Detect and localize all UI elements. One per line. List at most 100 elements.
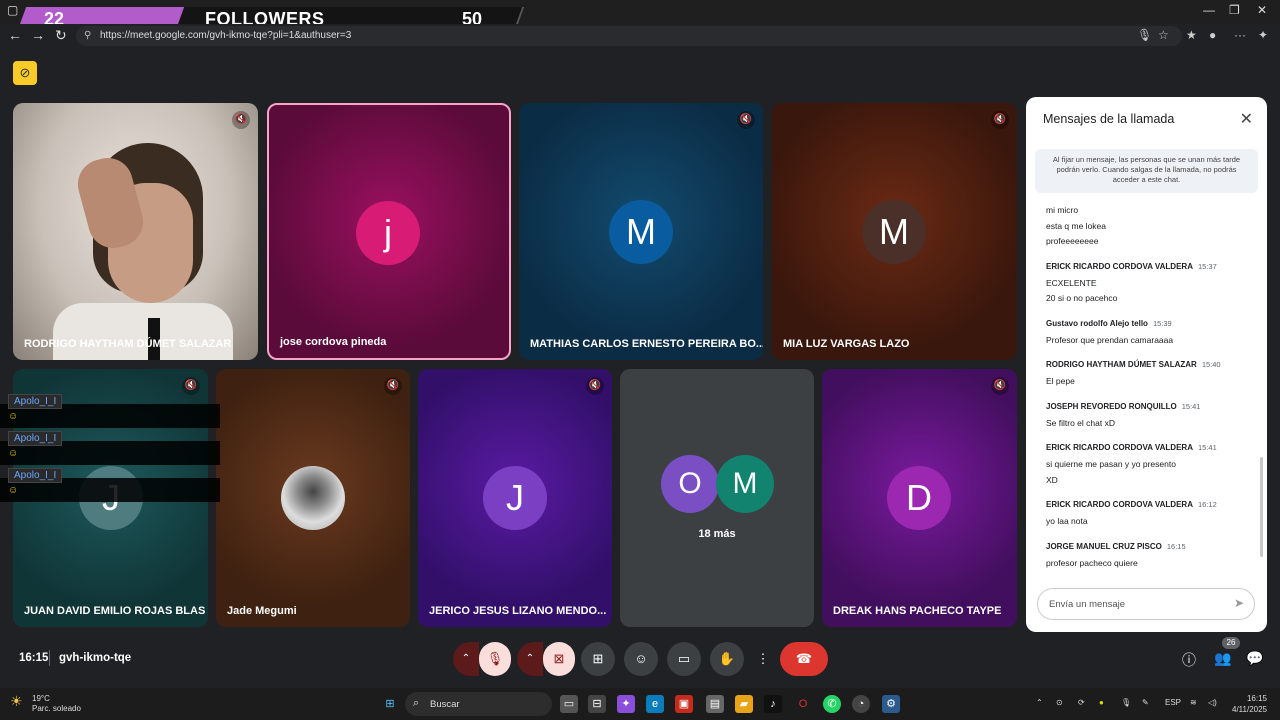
chat-timestamp: 16:15: [1166, 541, 1186, 551]
store-icon[interactable]: ⊟: [588, 695, 606, 713]
system-date: 4/11/2025: [1232, 705, 1267, 714]
present-screen-button[interactable]: ⊞: [581, 642, 615, 676]
copilot-icon[interactable]: ✦: [1258, 28, 1268, 42]
audio-options-chevron-icon[interactable]: ⌃: [453, 642, 479, 676]
chat-icon[interactable]: 💬: [1246, 650, 1263, 667]
send-icon[interactable]: ➤: [1234, 596, 1244, 610]
chat-message-text: si quierne me pasan y yo presento: [1046, 459, 1176, 469]
leave-call-button[interactable]: ☎: [780, 642, 828, 676]
chat-sender-name: ERICK RICARDO CORDOVA VALDERA: [1046, 500, 1193, 509]
participant-name: Jade Megumi: [227, 605, 297, 617]
app-icon[interactable]: ▣: [675, 695, 693, 713]
tray-icon[interactable]: ●: [1099, 698, 1104, 707]
whatsapp-icon[interactable]: ✆: [823, 695, 841, 713]
favorites-icon[interactable]: ★: [1186, 28, 1197, 42]
raise-hand-button[interactable]: ✋: [710, 642, 744, 676]
bookmark-star-icon[interactable]: ☆: [1158, 28, 1169, 42]
mic-muted-icon: 🔇: [991, 111, 1009, 129]
chat-sender-name: RODRIGO HAYTHAM DÚMET SALAZAR: [1046, 360, 1197, 369]
chat-message-text: profeeeeeeee: [1046, 236, 1099, 246]
participant-name: JERICO JESUS LIZANO MENDO...: [429, 605, 607, 617]
site-info-icon[interactable]: ⚲: [84, 30, 91, 41]
close-window-icon[interactable]: ✕: [1257, 3, 1267, 17]
meet-screen: ▢ — ❐ ✕ 22 FOLLOWERS 50 ← → ↻ ⚲ https://…: [0, 0, 1280, 720]
more-options-icon[interactable]: ⋮: [753, 642, 773, 676]
wifi-icon[interactable]: ≋: [1190, 698, 1197, 707]
avatar: M: [862, 200, 926, 264]
video-options-chevron-icon[interactable]: ⌃: [517, 642, 543, 676]
more-participants-tile[interactable]: O M 18 más: [620, 369, 814, 627]
file-explorer-icon[interactable]: ▰: [735, 695, 753, 713]
chat-sender-name: ERICK RICARDO CORDOVA VALDERA: [1046, 443, 1193, 452]
chat-message-text: Profesor que prendan camaraaaa: [1046, 334, 1174, 345]
participant-tile-9[interactable]: D 🔇 DREAK HANS PACHECO TAYPE: [822, 369, 1017, 627]
chat-message-text: Se filtro el chat xD: [1046, 417, 1115, 428]
participant-tile-2[interactable]: j jose cordova pineda: [267, 103, 511, 360]
chat-scrollbar[interactable]: [1260, 457, 1263, 557]
mic-site-icon[interactable]: 🎙: [1137, 28, 1152, 42]
stream-chat-user: Apolo_I_I: [8, 468, 63, 483]
mic-muted-icon: 🔇: [586, 377, 604, 395]
profile-avatar-icon[interactable]: ●: [1209, 28, 1216, 42]
chat-panel: Mensajes de la llamada ✕ Al fijar un men…: [1026, 97, 1267, 632]
chat-sender-name: JORGE MANUEL CRUZ PISCO: [1046, 541, 1162, 551]
camera-off-indicator-icon[interactable]: ⊘: [13, 61, 37, 85]
edge-icon[interactable]: e: [646, 695, 664, 713]
participant-tile-4[interactable]: M 🔇 MIA LUZ VARGAS LAZO: [772, 103, 1017, 360]
app-icon[interactable]: ◔: [852, 695, 870, 713]
chat-message-text: yo laa nota: [1046, 516, 1088, 526]
captions-button[interactable]: ▭: [667, 642, 701, 676]
reload-icon[interactable]: ↻: [55, 27, 67, 44]
copilot-app-icon[interactable]: ✦: [617, 695, 635, 713]
chat-input-placeholder: Envía un mensaje: [1049, 599, 1126, 610]
settings-icon[interactable]: ⚙: [882, 695, 900, 713]
participant-tile-7[interactable]: J 🔇 JERICO JESUS LIZANO MENDO...: [418, 369, 612, 627]
tiktok-icon[interactable]: ♪: [764, 695, 782, 713]
opera-icon[interactable]: O: [794, 695, 812, 713]
tray-overflow-icon[interactable]: ⌃: [1036, 698, 1043, 707]
search-icon: ⌕: [413, 697, 420, 709]
tray-icon[interactable]: ⊙: [1056, 698, 1063, 707]
volume-icon[interactable]: ◁): [1208, 698, 1217, 707]
minimize-icon[interactable]: —: [1203, 3, 1215, 17]
start-icon[interactable]: ⊞: [381, 695, 399, 713]
back-icon[interactable]: ←: [8, 27, 22, 43]
mic-muted-icon: 🔇: [737, 111, 755, 129]
participant-name: MIA LUZ VARGAS LAZO: [783, 338, 910, 350]
task-view-icon[interactable]: ▭: [560, 695, 578, 713]
emoji-icon: ☺: [8, 485, 19, 496]
tray-pen-icon[interactable]: ✎: [1142, 698, 1149, 707]
chat-message-text: mi micro: [1046, 205, 1079, 215]
app-icon[interactable]: ▤: [706, 695, 724, 713]
participant-tile-6[interactable]: 🔇 Jade Megumi: [216, 369, 410, 627]
more-menu-icon[interactable]: ···: [1234, 28, 1246, 42]
maximize-icon[interactable]: ❐: [1229, 3, 1240, 17]
avatar: O: [661, 455, 719, 513]
tray-mic-icon[interactable]: 🎙: [1121, 698, 1131, 707]
emoji-reaction-button[interactable]: ☺: [624, 642, 658, 676]
url-text: https://meet.google.com/gvh-ikmo-tqe?pli…: [100, 30, 352, 41]
camera-toggle-button[interactable]: ⊠: [543, 642, 575, 676]
chat-timestamp: 15:41: [1181, 401, 1201, 411]
chat-sender: RODRIGO HAYTHAM DÚMET SALAZAR 15:40: [1046, 360, 1221, 369]
pin-notice: Al fijar un mensaje, las personas que se…: [1035, 149, 1258, 193]
forward-icon[interactable]: →: [31, 27, 45, 43]
chat-timestamp: 15:37: [1197, 261, 1217, 271]
taskbar-search[interactable]: ⌕ Buscar: [405, 692, 552, 716]
chat-sender: JOSEPH REVOREDO RONQUILLO 15:41: [1046, 402, 1200, 411]
windows-taskbar: ☀ 19°C Parc. soleado ⊞ ⌕ Buscar ▭ ⊟ ✦ e …: [0, 688, 1280, 720]
meeting-info-icon[interactable]: ⓘ: [1182, 650, 1196, 670]
chat-message-text: El pepe: [1046, 376, 1075, 386]
people-icon[interactable]: 👥: [1214, 650, 1231, 667]
close-icon[interactable]: ✕: [1240, 109, 1253, 129]
chat-timestamp: 15:39: [1152, 318, 1172, 328]
chat-message-input[interactable]: Envía un mensaje ➤: [1037, 588, 1255, 620]
system-clock[interactable]: 16:15 4/11/2025: [1232, 693, 1267, 715]
participant-tile-3[interactable]: M 🔇 MATHIAS CARLOS ERNESTO PEREIRA BO...: [519, 103, 763, 360]
language-indicator[interactable]: ESP: [1165, 698, 1181, 707]
mic-toggle-button[interactable]: 🎙: [479, 642, 511, 676]
tray-icon[interactable]: ⟳: [1078, 698, 1085, 707]
weather-sun-icon: ☀: [10, 693, 23, 709]
browser-navbar: ← → ↻ ⚲ https://meet.google.com/gvh-ikmo…: [0, 24, 1280, 48]
participant-tile-1[interactable]: 🔇 RODRIGO HAYTHAM DÚMET SALAZAR: [13, 103, 258, 360]
